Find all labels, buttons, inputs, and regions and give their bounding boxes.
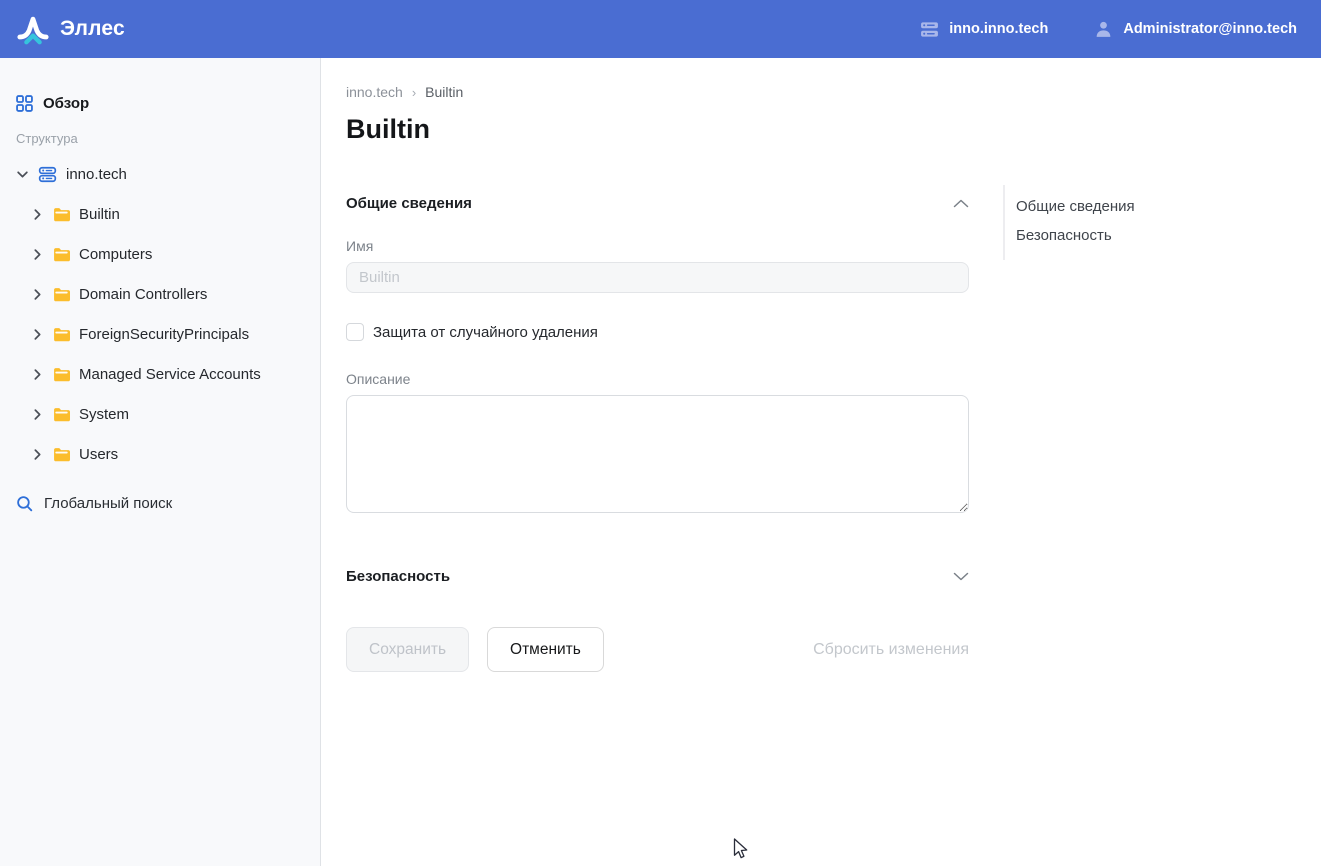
folder-icon bbox=[53, 207, 70, 222]
folder-icon bbox=[53, 287, 70, 302]
folder-icon bbox=[53, 327, 70, 342]
tree-node-label: System bbox=[79, 406, 129, 423]
tree-node-system[interactable]: System bbox=[16, 394, 310, 434]
protect-checkbox-label: Защита от случайного удаления bbox=[373, 324, 598, 341]
chevron-down-icon bbox=[16, 168, 29, 181]
chevron-up-icon bbox=[953, 199, 969, 208]
tree-node-root[interactable]: inno.tech bbox=[16, 154, 310, 194]
anchor-item-security[interactable]: Безопасность bbox=[1016, 221, 1203, 250]
description-field-label: Описание bbox=[346, 371, 969, 387]
chevron-right-icon bbox=[31, 408, 44, 421]
tree-node-label: Builtin bbox=[79, 206, 120, 223]
app-header: Эллес inno.inno.tech Administrator@in bbox=[0, 0, 1321, 58]
tree-node-label: ForeignSecurityPrincipals bbox=[79, 326, 249, 343]
overview-label: Обзор bbox=[43, 95, 89, 112]
tree-node-managed-service-accounts[interactable]: Managed Service Accounts bbox=[16, 354, 310, 394]
section-security-title: Безопасность bbox=[346, 568, 450, 585]
section-general-header[interactable]: Общие сведения bbox=[346, 195, 969, 212]
structure-section-label: Структура bbox=[16, 131, 310, 146]
name-field-label: Имя bbox=[346, 238, 969, 254]
name-input[interactable] bbox=[346, 262, 969, 293]
chevron-right-icon bbox=[31, 448, 44, 461]
breadcrumb-separator-icon: › bbox=[412, 85, 416, 100]
tree-node-label: Managed Service Accounts bbox=[79, 366, 261, 383]
chevron-right-icon bbox=[31, 248, 44, 261]
tree-node-label: inno.tech bbox=[66, 166, 127, 183]
cancel-button[interactable]: Отменить bbox=[487, 627, 604, 672]
elles-logo-icon bbox=[16, 12, 50, 46]
user-label: Administrator@inno.tech bbox=[1123, 21, 1297, 37]
protect-checkbox-row: Защита от случайного удаления bbox=[346, 323, 969, 341]
tree-node-computers[interactable]: Computers bbox=[16, 234, 310, 274]
search-icon bbox=[16, 495, 33, 512]
reset-changes-link[interactable]: Сбросить изменения bbox=[813, 641, 969, 659]
main-content: inno.tech › Builtin Builtin Общие сведен… bbox=[321, 58, 1321, 866]
folder-icon bbox=[53, 367, 70, 382]
chevron-right-icon bbox=[31, 288, 44, 301]
domain-selector[interactable]: inno.inno.tech bbox=[920, 20, 1048, 39]
tree-node-builtin[interactable]: Builtin bbox=[16, 194, 310, 234]
anchor-nav: Общие сведения Безопасность bbox=[1003, 185, 1203, 260]
sidebar-item-global-search[interactable]: Глобальный поиск bbox=[16, 491, 310, 515]
user-menu[interactable]: Administrator@inno.tech bbox=[1094, 20, 1297, 39]
chevron-right-icon bbox=[31, 368, 44, 381]
user-icon bbox=[1094, 20, 1113, 39]
page-title: Builtin bbox=[346, 114, 1321, 145]
brand: Эллес bbox=[16, 12, 125, 46]
server-icon bbox=[920, 20, 939, 39]
brand-name: Эллес bbox=[60, 17, 125, 41]
tree-node-domain-controllers[interactable]: Domain Controllers bbox=[16, 274, 310, 314]
description-textarea[interactable] bbox=[346, 395, 969, 513]
save-button[interactable]: Сохранить bbox=[346, 627, 469, 672]
tree-node-foreignsecurityprincipals[interactable]: ForeignSecurityPrincipals bbox=[16, 314, 310, 354]
tree-node-users[interactable]: Users bbox=[16, 434, 310, 474]
chevron-right-icon bbox=[31, 208, 44, 221]
sidebar-item-overview[interactable]: Обзор bbox=[16, 92, 310, 114]
domain-label: inno.inno.tech bbox=[949, 21, 1048, 37]
tree-node-label: Domain Controllers bbox=[79, 286, 207, 303]
grid-icon bbox=[16, 95, 33, 112]
folder-icon bbox=[53, 447, 70, 462]
tree-node-label: Computers bbox=[79, 246, 152, 263]
global-search-label: Глобальный поиск bbox=[44, 495, 172, 512]
anchor-item-general[interactable]: Общие сведения bbox=[1016, 192, 1203, 221]
server-icon bbox=[38, 165, 57, 184]
sidebar: Обзор Структура inno.tech bbox=[0, 58, 321, 866]
breadcrumb: inno.tech › Builtin bbox=[346, 84, 1321, 100]
folder-icon bbox=[53, 247, 70, 262]
directory-tree: inno.tech Builtin Computers Domain Contr… bbox=[16, 154, 310, 474]
breadcrumb-item-current: Builtin bbox=[425, 84, 463, 100]
chevron-down-icon bbox=[953, 572, 969, 581]
section-general-title: Общие сведения bbox=[346, 195, 472, 212]
object-form: Общие сведения Имя Защита от случайного … bbox=[346, 145, 969, 672]
form-actions: Сохранить Отменить Сбросить изменения bbox=[346, 627, 969, 672]
folder-icon bbox=[53, 407, 70, 422]
tree-node-label: Users bbox=[79, 446, 118, 463]
protect-checkbox[interactable] bbox=[346, 323, 364, 341]
chevron-right-icon bbox=[31, 328, 44, 341]
breadcrumb-item-root[interactable]: inno.tech bbox=[346, 84, 403, 100]
section-security-header[interactable]: Безопасность bbox=[346, 568, 969, 585]
